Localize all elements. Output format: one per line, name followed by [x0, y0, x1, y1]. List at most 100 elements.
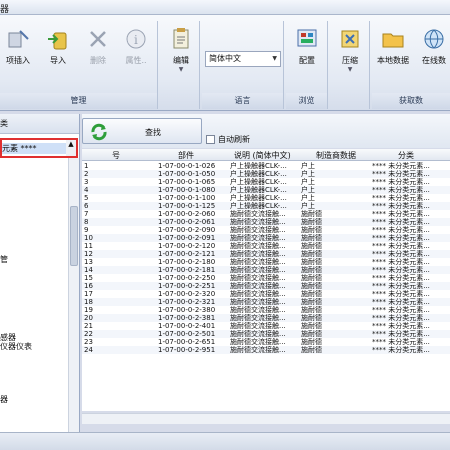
table-cell: 1-07-00-0-1-026: [158, 162, 216, 170]
table-cell: 1-07-00-0-2-321: [158, 298, 216, 306]
table-cell: 1-07-00-0-2-181: [158, 266, 216, 274]
table-cell: 7: [84, 210, 89, 218]
table-row[interactable]: 2 1-07-00-0-1-050 户上操触器CLK-... 户上 **** 未分类元素…: [82, 170, 450, 178]
table-cell: 户上: [301, 162, 315, 170]
online-data-button[interactable]: 在线数: [418, 25, 450, 85]
column-header[interactable]: 部件: [178, 150, 194, 161]
table-cell: **** 未分类元素...: [372, 322, 430, 330]
table-cell: 施耐德交流接触...: [230, 338, 286, 346]
table-row[interactable]: 18 1-07-00-0-2-321 施耐德交流接触... 施耐德 **** 未分类元素…: [82, 298, 450, 306]
table-row[interactable]: 16 1-07-00-0-2-251 施耐德交流接触... 施耐德 **** 未分类元素…: [82, 282, 450, 290]
table-cell: 施耐德交流接触...: [230, 266, 286, 274]
table-cell: 1-07-00-0-2-381: [158, 314, 216, 322]
config-button[interactable]: 配置: [289, 25, 325, 85]
table-row[interactable]: 23 1-07-00-0-2-651 施耐德交流接触... 施耐德 **** 未分类元素…: [82, 338, 450, 346]
table-cell: 14: [84, 266, 93, 274]
table-row[interactable]: 20 1-07-00-0-2-381 施耐德交流接触... 施耐德 **** 未分类元素…: [82, 314, 450, 322]
table-cell: **** 未分类元素...: [372, 274, 430, 282]
table-row[interactable]: 11 1-07-00-0-2-120 施耐德交流接触... 施耐德 **** 未分类元素…: [82, 242, 450, 250]
table-row[interactable]: 19 1-07-00-0-2-380 施耐德交流接触... 施耐德 **** 未分类元素…: [82, 306, 450, 314]
tree-item[interactable]: 管: [0, 254, 8, 265]
table-row[interactable]: 3 1-07-00-0-1-065 户上操触器CLK-... 户上 **** 未分类元素…: [82, 178, 450, 186]
table-cell: 20: [84, 314, 93, 322]
table-cell: 施耐德交流接触...: [230, 306, 286, 314]
window-title: 器: [0, 5, 10, 15]
table-cell: 施耐德: [301, 258, 322, 266]
scroll-up-icon[interactable]: ▲: [66, 140, 76, 156]
table-cell: 户上操触器CLK-...: [230, 194, 287, 202]
table-cell: 1-07-00-0-2-320: [158, 290, 216, 298]
table-cell: **** 未分类元素...: [372, 298, 430, 306]
table-cell: 户上: [301, 170, 315, 178]
insert-button[interactable]: 项插入: [0, 25, 36, 85]
table-cell: **** 未分类元素...: [372, 162, 430, 170]
column-header[interactable]: 分类: [398, 150, 414, 161]
table-cell: 施耐德: [301, 282, 322, 290]
properties-icon: i: [124, 27, 148, 51]
table-row[interactable]: 24 1-07-00-0-2-951 施耐德交流接触... 施耐德 **** 未分类元素…: [82, 346, 450, 354]
table-cell: **** 未分类元素...: [372, 234, 430, 242]
scrollbar-thumb[interactable]: [70, 206, 78, 266]
auto-refresh-checkbox[interactable]: 自动刷新: [206, 134, 250, 145]
table-cell: **** 未分类元素...: [372, 282, 430, 290]
table-row[interactable]: 5 1-07-00-0-1-100 户上操触器CLK-... 户上 **** 未分类元素…: [82, 194, 450, 202]
table-cell: 4: [84, 186, 89, 194]
delete-button[interactable]: 删除: [80, 25, 116, 85]
table-cell: 户上: [301, 194, 315, 202]
selected-tree-item[interactable]: 元素 **** ▲: [0, 138, 78, 158]
find-button[interactable]: 查找: [82, 118, 202, 144]
column-header[interactable]: 号: [112, 150, 120, 161]
table-row[interactable]: 14 1-07-00-0-2-181 施耐德交流接触... 施耐德 **** 未分类元素…: [82, 266, 450, 274]
table-cell: 1-07-00-0-2-651: [158, 338, 216, 346]
search-toolbar: 查找 自动刷新: [82, 114, 450, 148]
table-body: 1 1-07-00-0-1-026 户上操触器CLK-... 户上 **** 未分类元素…: [82, 162, 450, 354]
table-cell: **** 未分类元素...: [372, 346, 430, 354]
table-row[interactable]: 21 1-07-00-0-2-401 施耐德交流接触... 施耐德 **** 未分类元素…: [82, 322, 450, 330]
table-cell: 户上: [301, 202, 315, 210]
table-cell: **** 未分类元素...: [372, 330, 430, 338]
table-row[interactable]: 9 1-07-00-0-2-090 施耐德交流接触... 施耐德 **** 未分类元素.…: [82, 226, 450, 234]
table-cell: 施耐德: [301, 226, 322, 234]
table-cell: **** 未分类元素...: [372, 226, 430, 234]
table-cell: 施耐德: [301, 266, 322, 274]
table-cell: 1-07-00-0-2-250: [158, 274, 216, 282]
tree-scrollbar[interactable]: [68, 158, 79, 432]
edit-button[interactable]: 编辑 ▼: [163, 25, 199, 85]
table-row[interactable]: 17 1-07-00-0-2-320 施耐德交流接触... 施耐德 **** 未分类元素…: [82, 290, 450, 298]
compress-icon: [338, 27, 362, 51]
compress-button[interactable]: 压缩 ▼: [332, 25, 368, 85]
import-button[interactable]: 导入: [40, 25, 76, 85]
table-row[interactable]: 1 1-07-00-0-1-026 户上操触器CLK-... 户上 **** 未分类元素…: [82, 162, 450, 170]
table-horizontal-scrollbar[interactable]: [82, 413, 450, 424]
table-cell: 11: [84, 242, 93, 250]
column-header[interactable]: 制造商数据: [316, 150, 356, 161]
local-data-button[interactable]: 本地数据: [372, 25, 414, 85]
table-cell: 1-07-00-0-1-080: [158, 186, 216, 194]
column-header[interactable]: 说明 (简体中文): [234, 150, 291, 161]
tree-item[interactable]: 仪器仪表: [0, 341, 32, 352]
table-row[interactable]: 12 1-07-00-0-2-121 施耐德交流接触... 施耐德 **** 未分类元素…: [82, 250, 450, 258]
tree-item[interactable]: 器: [0, 394, 8, 405]
table-cell: **** 未分类元素...: [372, 250, 430, 258]
table-row[interactable]: 22 1-07-00-0-2-501 施耐德交流接触... 施耐德 **** 未分类元素…: [82, 330, 450, 338]
table-row[interactable]: 13 1-07-00-0-2-180 施耐德交流接触... 施耐德 **** 未分类元素…: [82, 258, 450, 266]
table-cell: 1-07-00-0-1-065: [158, 178, 216, 186]
table-row[interactable]: 8 1-07-00-0-2-061 施耐德交流接触... 施耐德 **** 未分类元素.…: [82, 218, 450, 226]
checkbox-box[interactable]: [206, 135, 215, 144]
table-cell: 6: [84, 202, 89, 210]
table-cell: 户上: [301, 178, 315, 186]
table-cell: 施耐德交流接触...: [230, 218, 286, 226]
table-cell: 施耐德: [301, 322, 322, 330]
table-cell: **** 未分类元素...: [372, 202, 430, 210]
tree-header: 类: [0, 114, 79, 134]
table-row[interactable]: 7 1-07-00-0-2-060 施耐德交流接触... 施耐德 **** 未分类元素.…: [82, 210, 450, 218]
table-cell: 1-07-00-0-2-060: [158, 210, 216, 218]
table-row[interactable]: 15 1-07-00-0-2-250 施耐德交流接触... 施耐德 **** 未分类元素…: [82, 274, 450, 282]
table-row[interactable]: 10 1-07-00-0-2-091 施耐德交流接触... 施耐德 **** 未分类元素…: [82, 234, 450, 242]
language-select[interactable]: 简体中文 ▼: [205, 51, 281, 67]
table-cell: 19: [84, 306, 93, 314]
properties-button[interactable]: i 属性..: [118, 25, 154, 85]
chevron-down-icon: ▼: [347, 66, 353, 73]
table-row[interactable]: 6 1-07-00-0-1-125 户上操触器CLK-... 户上 **** 未分类元素…: [82, 202, 450, 210]
table-row[interactable]: 4 1-07-00-0-1-080 户上操触器CLK-... 户上 **** 未分类元素…: [82, 186, 450, 194]
